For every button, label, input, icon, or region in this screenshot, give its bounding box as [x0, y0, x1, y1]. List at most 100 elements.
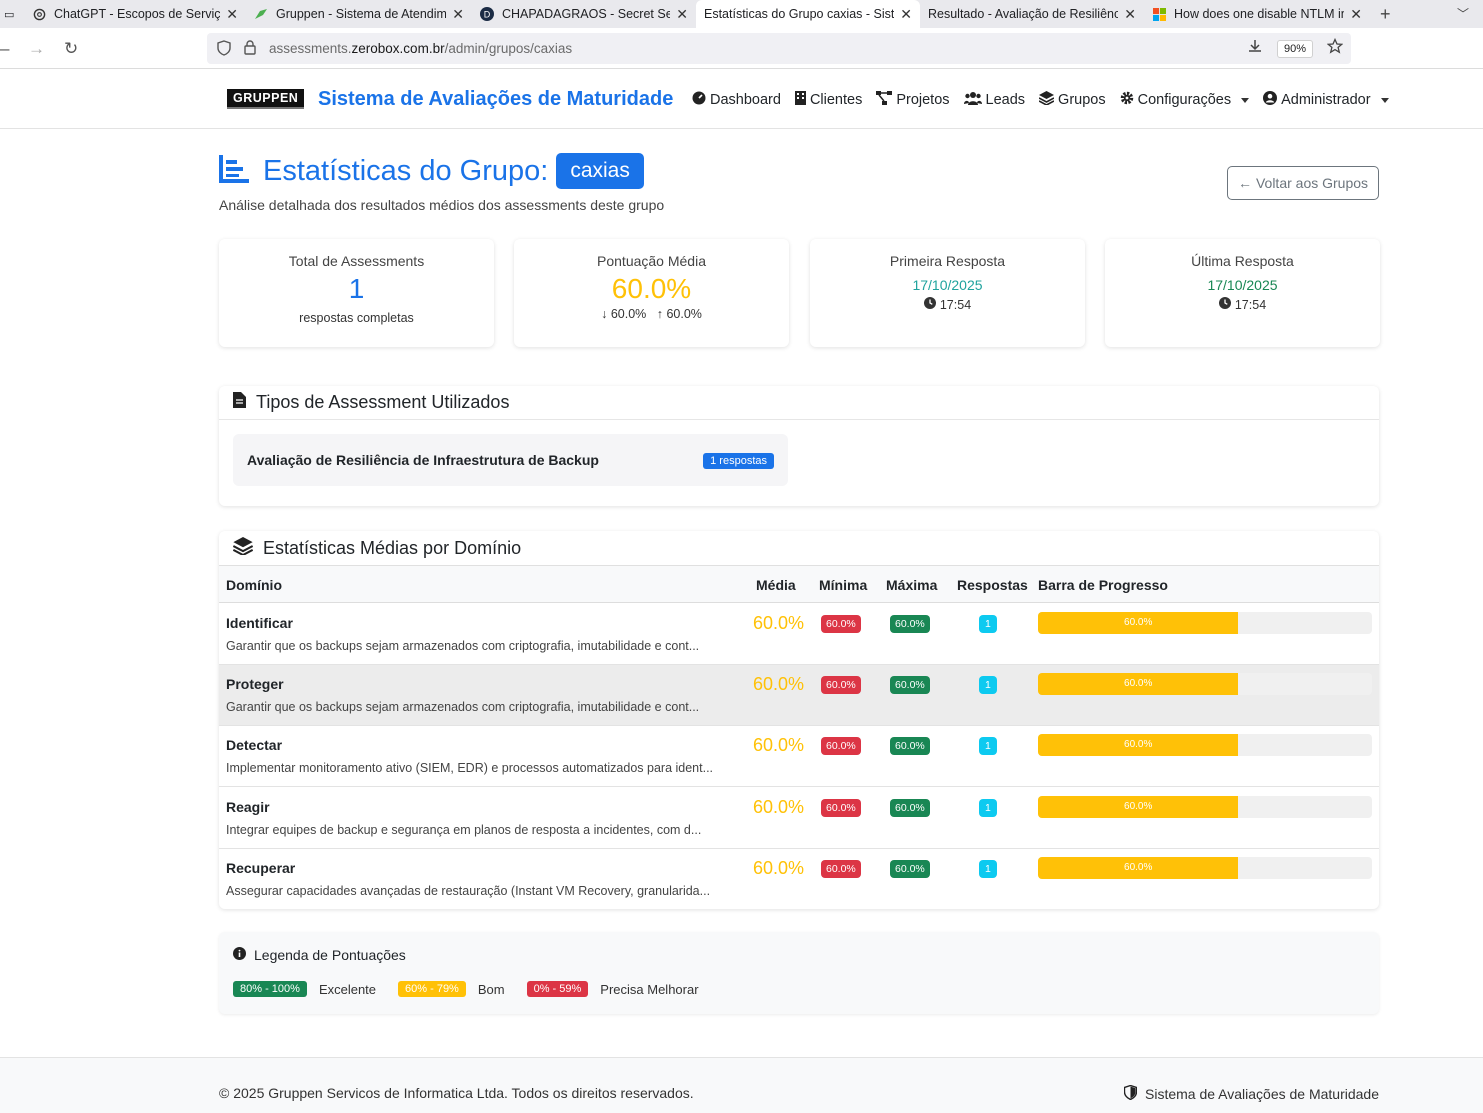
- forward-arrow-icon[interactable]: →: [28, 39, 45, 59]
- group-badge: caxias: [556, 153, 644, 189]
- min-badge: 60.0%: [821, 799, 861, 817]
- footer-system-name: Sistema de Avaliações de Maturidade: [1145, 1086, 1379, 1102]
- browser-tab[interactable]: Gruppen - Sistema de Atendime ✕: [246, 0, 472, 28]
- domain-desc: Integrar equipes de backup e segurança e…: [226, 823, 702, 837]
- stat-time: 17:54: [939, 297, 972, 312]
- building-icon: [794, 91, 806, 109]
- back-to-groups-button[interactable]: ← Voltar aos Grupos: [1227, 166, 1379, 200]
- domain-avg: 60.0%: [753, 735, 805, 755]
- file-icon: [233, 392, 246, 413]
- tab-title: Estatísticas do Grupo caxias - Sisten: [704, 7, 895, 21]
- gruppen-logo[interactable]: GRUPPEN: [227, 89, 305, 109]
- stat-min: 60.0%: [610, 307, 647, 321]
- browser-tab-bar: ▭ ChatGPT - Escopos de Serviço ✕ Gruppen…: [0, 0, 1483, 28]
- table-row[interactable]: Detectar Implementar monitoramento ativo…: [219, 726, 1379, 787]
- url-prefix: assessments.: [269, 41, 352, 56]
- assessment-types-card: Tipos de Assessment Utilizados Avaliação…: [219, 386, 1379, 506]
- shield-icon[interactable]: [217, 40, 231, 61]
- download-icon[interactable]: [1247, 38, 1263, 59]
- nav-dashboard[interactable]: Dashboard: [692, 91, 781, 109]
- lock-icon[interactable]: [244, 40, 256, 60]
- tab-sidebar-icon[interactable]: ▭: [0, 0, 24, 28]
- progress-bar: 60.0%: [1038, 673, 1372, 695]
- clock-icon: [923, 297, 936, 312]
- page-footer: © 2025 Gruppen Servicos de Informatica L…: [0, 1057, 1483, 1113]
- chevron-down-icon[interactable]: ﹀: [1457, 5, 1469, 22]
- nav-administrador[interactable]: Administrador: [1263, 91, 1389, 109]
- close-tab-icon[interactable]: ✕: [900, 6, 912, 23]
- svg-text:D: D: [484, 10, 491, 20]
- min-badge: 60.0%: [821, 676, 861, 694]
- legend-badge-good: 60% - 79%: [398, 981, 466, 997]
- browser-tab[interactable]: Resultado - Avaliação de Resiliência ✕: [920, 0, 1144, 28]
- star-icon[interactable]: [1326, 37, 1344, 59]
- table-row[interactable]: Reagir Integrar equipes de backup e segu…: [219, 788, 1379, 849]
- nav-projetos[interactable]: Projetos: [876, 91, 950, 109]
- nav-label: Clientes: [809, 92, 863, 108]
- col-header-progress: Barra de Progresso: [1038, 577, 1168, 593]
- gear-icon: [1120, 91, 1134, 109]
- tab-title: CHAPADAGRAOS - Secret Serve: [502, 7, 671, 21]
- assessment-type-item[interactable]: Avaliação de Resiliência de Infraestrutu…: [233, 434, 788, 486]
- page-title: Estatísticas do Grupo: caxias: [263, 153, 644, 189]
- domain-stats-card: Estatísticas Médias por Domínio Domínio …: [219, 531, 1379, 909]
- page-title-text: Estatísticas do Grupo:: [263, 154, 549, 187]
- progress-fill: 60.0%: [1038, 673, 1239, 695]
- legend-badge-excellent: 80% - 100%: [233, 981, 307, 997]
- url-domain: zerobox.com.br: [351, 41, 445, 56]
- nav-label: Projetos: [896, 92, 950, 108]
- close-tab-icon[interactable]: ✕: [452, 6, 464, 23]
- stat-date: 17/10/2025: [1207, 277, 1278, 293]
- nav-configuracoes[interactable]: Configurações: [1120, 91, 1250, 109]
- domain-desc: Implementar monitoramento ativo (SIEM, E…: [226, 761, 714, 775]
- caret-down-icon: [1241, 97, 1250, 103]
- arrow-up-icon: ↑: [656, 307, 663, 321]
- address-bar[interactable]: assessments.zerobox.com.br/admin/grupos/…: [207, 33, 1351, 64]
- nav-label: Dashboard: [710, 92, 781, 108]
- brand-title[interactable]: Sistema de Avaliações de Maturidade: [318, 88, 673, 111]
- nav-label: Grupos: [1058, 92, 1106, 108]
- table-row[interactable]: Identificar Garantir que os backups seja…: [219, 604, 1379, 665]
- nav-clientes[interactable]: Clientes: [794, 91, 863, 109]
- score-legend: Legenda de Pontuações 80% - 100% Excelen…: [219, 932, 1379, 1014]
- close-tab-icon[interactable]: ✕: [1350, 6, 1362, 23]
- max-badge: 60.0%: [890, 676, 930, 694]
- table-row[interactable]: Recuperar Assegurar capacidades avançada…: [219, 849, 1379, 910]
- tab-title: Gruppen - Sistema de Atendime: [276, 7, 447, 21]
- browser-toolbar: – → ↻ assessments.zerobox.com.br/admin/g…: [0, 28, 1483, 69]
- close-tab-icon[interactable]: ✕: [676, 6, 688, 23]
- close-tab-icon[interactable]: ✕: [1124, 6, 1136, 23]
- browser-tab-active[interactable]: Estatísticas do Grupo caxias - Sisten ✕: [696, 0, 920, 28]
- legend-label: Bom: [477, 981, 505, 997]
- min-badge: 60.0%: [821, 737, 861, 755]
- legend-label: Precisa Melhorar: [600, 981, 699, 997]
- domain-desc: Garantir que os backups sejam armazenado…: [226, 639, 700, 653]
- stat-card-last: Última Resposta 17/10/2025 17:54: [1105, 239, 1380, 347]
- back-arrow-icon[interactable]: –: [0, 39, 9, 59]
- col-header-responses: Respostas: [957, 577, 1028, 593]
- stat-value: 1: [348, 273, 365, 304]
- browser-tab[interactable]: D CHAPADAGRAOS - Secret Serve ✕: [472, 0, 696, 28]
- reload-icon[interactable]: ↻: [64, 39, 78, 59]
- responses-count-badge: 1: [979, 615, 997, 633]
- progress-fill: 60.0%: [1038, 857, 1239, 879]
- browser-tab[interactable]: How does one disable NTLM in ✕: [1144, 0, 1370, 28]
- domain-avg: 60.0%: [753, 858, 805, 878]
- stat-date: 17/10/2025: [912, 277, 983, 293]
- nav-leads[interactable]: Leads: [963, 91, 1025, 109]
- close-tab-icon[interactable]: ✕: [226, 6, 238, 23]
- new-tab-icon[interactable]: +: [1380, 4, 1391, 25]
- col-header-max: Máxima: [886, 577, 938, 593]
- nav-grupos[interactable]: Grupos: [1038, 91, 1106, 109]
- progress-fill: 60.0%: [1038, 734, 1239, 756]
- stat-label: Última Resposta: [1191, 253, 1294, 269]
- domain-desc: Garantir que os backups sejam armazenado…: [226, 700, 700, 714]
- table-row[interactable]: Proteger Garantir que os backups sejam a…: [219, 665, 1379, 726]
- stat-label: Primeira Resposta: [889, 253, 1006, 269]
- legend-badge-improve: 0% - 59%: [526, 981, 589, 997]
- zoom-level[interactable]: 90%: [1276, 39, 1313, 58]
- users-icon: [963, 91, 982, 109]
- stat-card-total: Total de Assessments 1 respostas complet…: [219, 239, 494, 347]
- leaf-icon: [254, 7, 268, 21]
- browser-tab[interactable]: ChatGPT - Escopos de Serviço ✕: [24, 0, 246, 28]
